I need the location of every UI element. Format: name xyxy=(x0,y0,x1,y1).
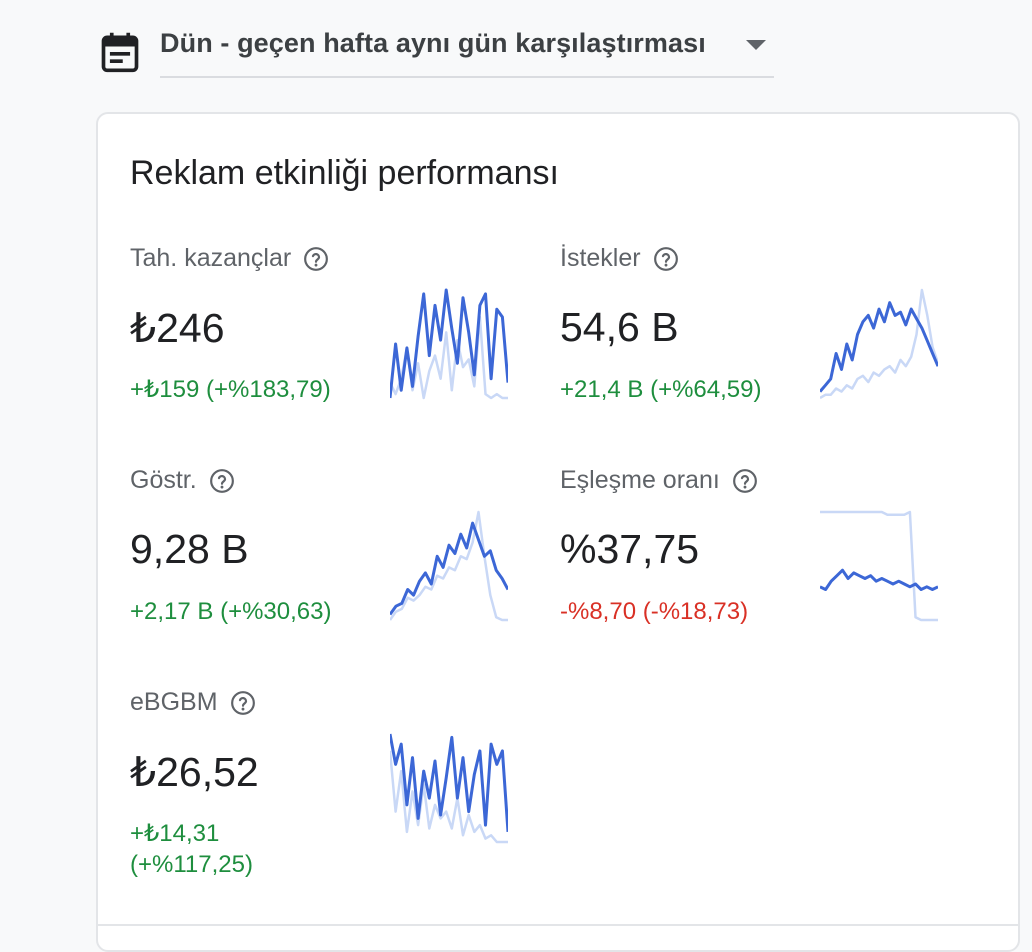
card-title: Reklam etkinliği performansı xyxy=(130,154,559,192)
help-icon[interactable] xyxy=(732,468,758,494)
metric-label-text: İstekler xyxy=(560,244,641,272)
help-icon[interactable] xyxy=(230,690,256,716)
metric-impressions: Göstr. 9,28 B +2,17 B (+%30,63) xyxy=(130,466,550,666)
metric-match-rate: Eşleşme oranı %37,75 -%8,70 (-%18,73) xyxy=(560,466,980,666)
metric-value: %37,75 xyxy=(560,526,700,572)
card-divider xyxy=(98,924,1018,926)
metric-label-text: Eşleşme oranı xyxy=(560,466,720,494)
metric-value: ₺246 xyxy=(130,305,225,351)
metric-value: ₺26,52 xyxy=(130,749,259,795)
sparkline-current-period xyxy=(820,568,938,591)
sparkline-previous-period xyxy=(820,288,938,400)
metric-label: Eşleşme oranı xyxy=(560,466,758,495)
help-icon[interactable] xyxy=(209,468,235,494)
metric-ecpm: eBGBM ₺26,52 +₺14,31 (+%117,25) xyxy=(130,688,550,888)
metric-value: 54,6 B xyxy=(560,304,679,350)
sparkline xyxy=(390,733,508,844)
sparkline xyxy=(390,510,508,622)
metric-label-text: Göstr. xyxy=(130,466,197,494)
metric-label-text: eBGBM xyxy=(130,688,218,716)
metric-change: -%8,70 (-%18,73) xyxy=(560,598,749,625)
date-range-bar: Dün - geçen hafta aynı gün karşılaştırma… xyxy=(98,20,778,80)
help-icon[interactable] xyxy=(653,246,679,272)
sparkline-current-period xyxy=(390,288,508,399)
date-range-label: Dün - geçen hafta aynı gün karşılaştırma… xyxy=(160,28,706,58)
metric-label: Tah. kazançlar xyxy=(130,244,329,273)
help-icon[interactable] xyxy=(303,246,329,272)
calendar-icon xyxy=(101,32,139,73)
caret-down-icon xyxy=(746,40,766,50)
metric-change: +₺159 (+%183,79) xyxy=(130,376,331,403)
metric-change: +2,17 B (+%30,63) xyxy=(130,598,332,625)
metric-change: +21,4 B (+%64,59) xyxy=(560,376,762,403)
sparkline-current-period xyxy=(820,301,938,393)
sparkline-previous-period xyxy=(820,510,938,622)
sparkline xyxy=(820,288,938,400)
sparkline-previous-period xyxy=(390,510,508,622)
metric-change: +₺14,31 (+%117,25) xyxy=(130,820,253,878)
metric-label-text: Tah. kazançlar xyxy=(130,244,292,272)
metric-label: eBGBM xyxy=(130,688,256,717)
ad-performance-card: Reklam etkinliği performansı Tah. kazanç… xyxy=(96,112,1020,952)
metric-label: Göstr. xyxy=(130,466,235,495)
sparkline xyxy=(820,510,938,622)
date-range-dropdown[interactable]: Dün - geçen hafta aynı gün karşılaştırma… xyxy=(160,20,774,78)
sparkline xyxy=(390,288,508,400)
metric-value: 9,28 B xyxy=(130,526,249,572)
metric-requests: İstekler 54,6 B +21,4 B (+%64,59) xyxy=(560,244,980,444)
metric-estimated-earnings: Tah. kazançlar ₺246 +₺159 (+%183,79) xyxy=(130,244,550,444)
metric-label: İstekler xyxy=(560,244,679,273)
